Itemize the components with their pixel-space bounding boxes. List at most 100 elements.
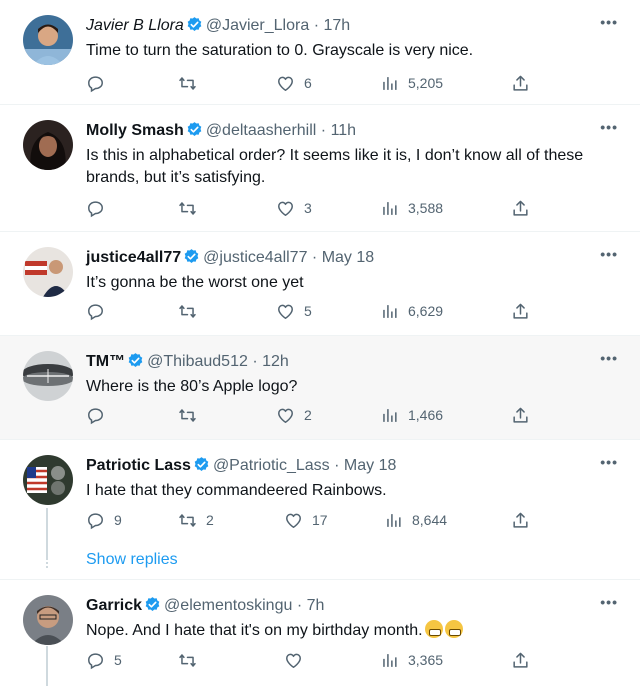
tweet-actions: 2 1,466	[86, 404, 546, 426]
like-button[interactable]: 6	[276, 72, 312, 94]
like-button[interactable]	[284, 649, 312, 671]
reply-button[interactable]: 9	[86, 509, 122, 531]
tweet-actions: 5 3,365	[86, 649, 546, 671]
share-button[interactable]	[511, 509, 539, 531]
like-button[interactable]: 3	[276, 197, 312, 219]
handle[interactable]: @deltaasherhill	[206, 122, 317, 139]
timestamp[interactable]: · May 18	[312, 249, 374, 266]
more-icon[interactable]: •••	[600, 119, 618, 135]
reply-icon	[86, 302, 105, 321]
retweet-button[interactable]: 2	[178, 509, 214, 531]
retweet-button[interactable]	[178, 649, 206, 671]
reply-button[interactable]	[86, 300, 114, 322]
tweet[interactable]: Javier B Llora @Javier_Llora · 17h ••• Ti…	[0, 0, 640, 105]
tweet-text-row: Nope. And I hate that it's on my birthda…	[86, 620, 606, 642]
timestamp[interactable]: · May 18	[334, 457, 396, 474]
reply-icon	[86, 199, 105, 218]
tweet[interactable]: Garrick @elementoskingu · 7h ••• Nope. An…	[0, 580, 640, 686]
views-icon	[380, 302, 399, 321]
tweet[interactable]: Molly Smash @deltaasherhill · 11h ••• Is …	[0, 105, 640, 232]
retweet-button[interactable]	[178, 404, 206, 426]
reply-button[interactable]	[86, 404, 114, 426]
verified-icon	[186, 16, 203, 33]
more-icon[interactable]: •••	[600, 454, 618, 470]
handle[interactable]: @Javier_Llora	[206, 17, 309, 34]
handle[interactable]: @Patriotic_Lass	[213, 457, 330, 474]
thread-line	[46, 646, 48, 686]
like-icon	[276, 199, 295, 218]
like-count: 3	[304, 200, 312, 216]
like-icon	[276, 302, 295, 321]
like-icon	[284, 511, 303, 530]
more-icon[interactable]: •••	[600, 350, 618, 366]
display-name[interactable]: Patriotic Lass	[86, 457, 191, 474]
tweet-text: I hate that they commandeered Rainbows.	[86, 482, 387, 499]
display-name[interactable]: TM™	[86, 353, 125, 370]
retweet-button[interactable]	[178, 197, 206, 219]
views-count: 3,588	[408, 200, 444, 216]
timestamp[interactable]: · 17h	[314, 17, 350, 34]
avatar[interactable]	[23, 595, 73, 645]
views-button[interactable]: 1,466	[380, 404, 443, 426]
views-icon	[380, 199, 399, 218]
reply-button[interactable]	[86, 197, 114, 219]
avatar[interactable]	[23, 15, 73, 65]
like-button[interactable]: 5	[276, 300, 312, 322]
retweet-count: 2	[206, 512, 214, 528]
timestamp[interactable]: · 11h	[321, 122, 356, 139]
views-count: 5,205	[408, 75, 444, 91]
views-button[interactable]: 8,644	[384, 509, 447, 531]
reply-button[interactable]	[86, 72, 114, 94]
share-icon	[511, 511, 530, 530]
reply-count: 9	[114, 512, 122, 528]
share-button[interactable]	[511, 404, 539, 426]
retweet-button[interactable]	[178, 72, 206, 94]
more-icon[interactable]: •••	[600, 14, 618, 30]
avatar[interactable]	[23, 455, 73, 505]
share-button[interactable]	[511, 649, 539, 671]
timestamp[interactable]: · 7h	[297, 597, 325, 614]
avatar[interactable]	[23, 120, 73, 170]
like-button[interactable]: 17	[284, 509, 328, 531]
views-button[interactable]: 3,588	[380, 197, 443, 219]
handle[interactable]: @justice4all77	[203, 249, 307, 266]
views-button[interactable]: 3,365	[380, 649, 443, 671]
handle[interactable]: @Thibaud512	[147, 353, 248, 370]
timestamp[interactable]: · 12h	[252, 353, 288, 370]
tweet-text: Where is the 80’s Apple logo?	[86, 378, 298, 395]
views-button[interactable]: 6,629	[380, 300, 443, 322]
tweet-actions: 6 5,205	[86, 72, 546, 94]
retweet-icon	[178, 511, 197, 530]
retweet-icon	[178, 406, 197, 425]
display-name[interactable]: Javier B Llora	[86, 17, 184, 34]
handle[interactable]: @elementoskingu	[164, 597, 292, 614]
tweet[interactable]: Patriotic Lass @Patriotic_Lass · May 18 •…	[0, 440, 640, 580]
tweet[interactable]: TM™ @Thibaud512 · 12h ••• Where is the 80…	[0, 336, 640, 440]
share-button[interactable]	[511, 300, 539, 322]
share-button[interactable]	[511, 197, 539, 219]
avatar[interactable]	[23, 351, 73, 401]
display-name[interactable]: justice4all77	[86, 249, 181, 266]
views-button[interactable]: 5,205	[380, 72, 443, 94]
like-button[interactable]: 2	[276, 404, 312, 426]
reply-icon	[86, 651, 105, 670]
tweet[interactable]: justice4all77 @justice4all77 · May 18 •••…	[0, 232, 640, 336]
tweet-header: TM™ @Thibaud512 · 12h	[86, 352, 289, 372]
tweet-text: It’s gonna be the worst one yet	[86, 274, 304, 291]
reply-button[interactable]: 5	[86, 649, 122, 671]
share-icon	[511, 651, 530, 670]
like-count: 5	[304, 303, 312, 319]
more-icon[interactable]: •••	[600, 594, 618, 610]
avatar[interactable]	[23, 247, 73, 297]
show-replies-link[interactable]: Show replies	[86, 551, 178, 569]
retweet-button[interactable]	[178, 300, 206, 322]
like-count: 6	[304, 75, 312, 91]
share-button[interactable]	[511, 72, 539, 94]
share-icon	[511, 74, 530, 93]
more-icon[interactable]: •••	[600, 246, 618, 262]
verified-icon	[127, 352, 144, 369]
like-icon	[276, 74, 295, 93]
display-name[interactable]: Molly Smash	[86, 122, 184, 139]
share-icon	[511, 406, 530, 425]
display-name[interactable]: Garrick	[86, 597, 142, 614]
